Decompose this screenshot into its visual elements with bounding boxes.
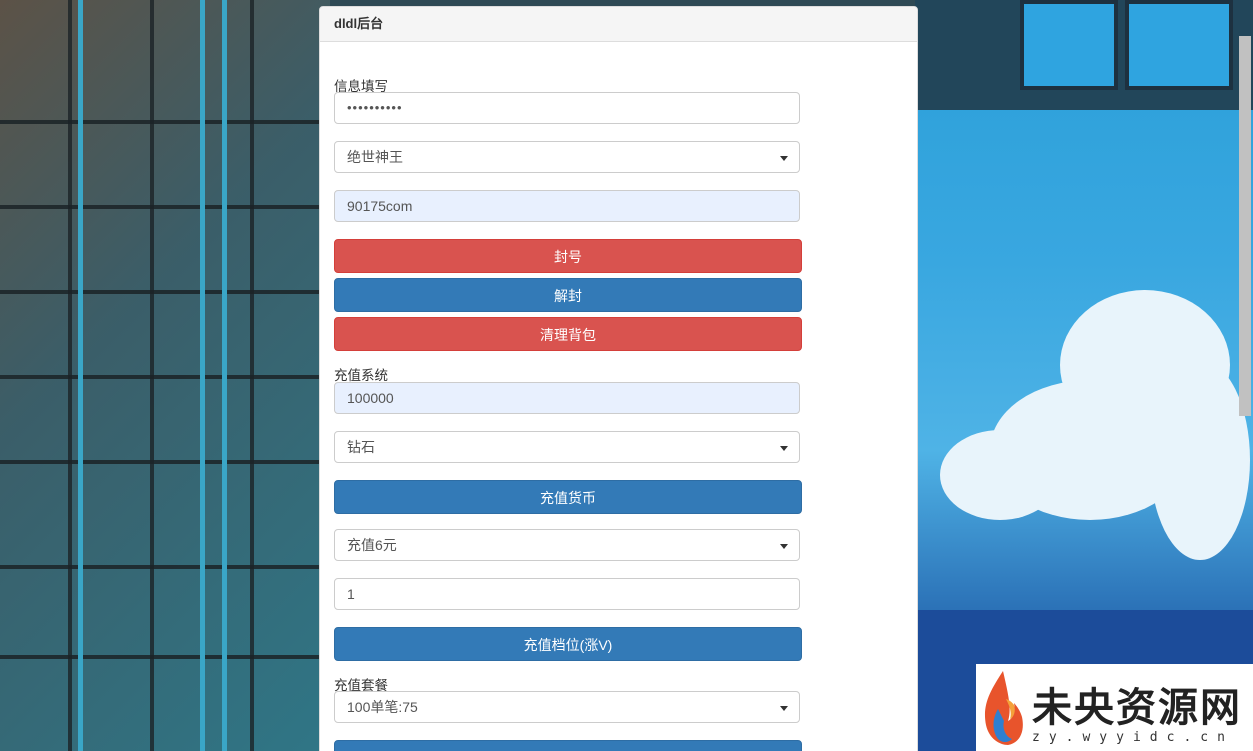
tier-count-field[interactable]: 1 <box>334 578 800 610</box>
recharge-tier-button[interactable]: 充值档位(涨V) <box>334 627 802 661</box>
grid-line <box>150 0 154 751</box>
grid-line <box>0 120 330 124</box>
chevron-down-icon <box>780 156 788 161</box>
recharge-currency-button[interactable]: 充值货币 <box>334 480 802 514</box>
recharge-package-button[interactable] <box>334 740 802 751</box>
package-select-value: 100单笔:75 <box>347 699 418 715</box>
grid-line <box>68 0 72 751</box>
chevron-down-icon <box>780 706 788 711</box>
pole <box>200 0 205 751</box>
currency-select[interactable]: 钻石 <box>334 431 800 463</box>
grid-line <box>0 655 330 659</box>
page-scrollbar[interactable] <box>1237 0 1253 751</box>
chevron-down-icon <box>780 446 788 451</box>
server-select[interactable]: 绝世神王 <box>334 141 800 173</box>
grid-line <box>0 375 330 379</box>
chevron-down-icon <box>780 544 788 549</box>
cloud <box>940 430 1060 520</box>
ban-button[interactable]: 封号 <box>334 239 802 273</box>
watermark-url: zy.wyyidc.cn <box>1032 730 1234 745</box>
account-field[interactable]: 90175com <box>334 190 800 222</box>
unban-button[interactable]: 解封 <box>334 278 802 312</box>
flame-logo-icon <box>984 670 1023 745</box>
grid-line <box>0 565 330 569</box>
clear-bag-button[interactable]: 清理背包 <box>334 317 802 351</box>
window-pane <box>1020 0 1118 90</box>
panel-title: dldl后台 <box>320 7 917 42</box>
cloud <box>1150 360 1250 560</box>
tier-select-value: 充值6元 <box>347 537 397 553</box>
admin-panel: dldl后台 信息填写 •••••••••• 绝世神王 90175com 封号 … <box>319 6 918 751</box>
pole <box>78 0 83 751</box>
tier-select[interactable]: 充值6元 <box>334 529 800 561</box>
server-select-value: 绝世神王 <box>347 149 403 165</box>
password-field[interactable]: •••••••••• <box>334 92 800 124</box>
watermark-text: 未央资源网 <box>1032 683 1242 731</box>
grid-line <box>0 460 330 464</box>
amount-field[interactable]: 100000 <box>334 382 800 414</box>
window-pane <box>1125 0 1233 90</box>
currency-select-value: 钻石 <box>347 439 375 455</box>
grid-line <box>0 290 330 294</box>
package-select[interactable]: 100单笔:75 <box>334 691 800 723</box>
scrollbar-thumb[interactable] <box>1239 36 1251 416</box>
grid-line <box>0 205 330 209</box>
pole <box>222 0 227 751</box>
watermark: 未央资源网 zy.wyyidc.cn <box>976 664 1253 751</box>
grid-line <box>250 0 254 751</box>
recharge-section-label: 充值系统 <box>334 368 388 383</box>
